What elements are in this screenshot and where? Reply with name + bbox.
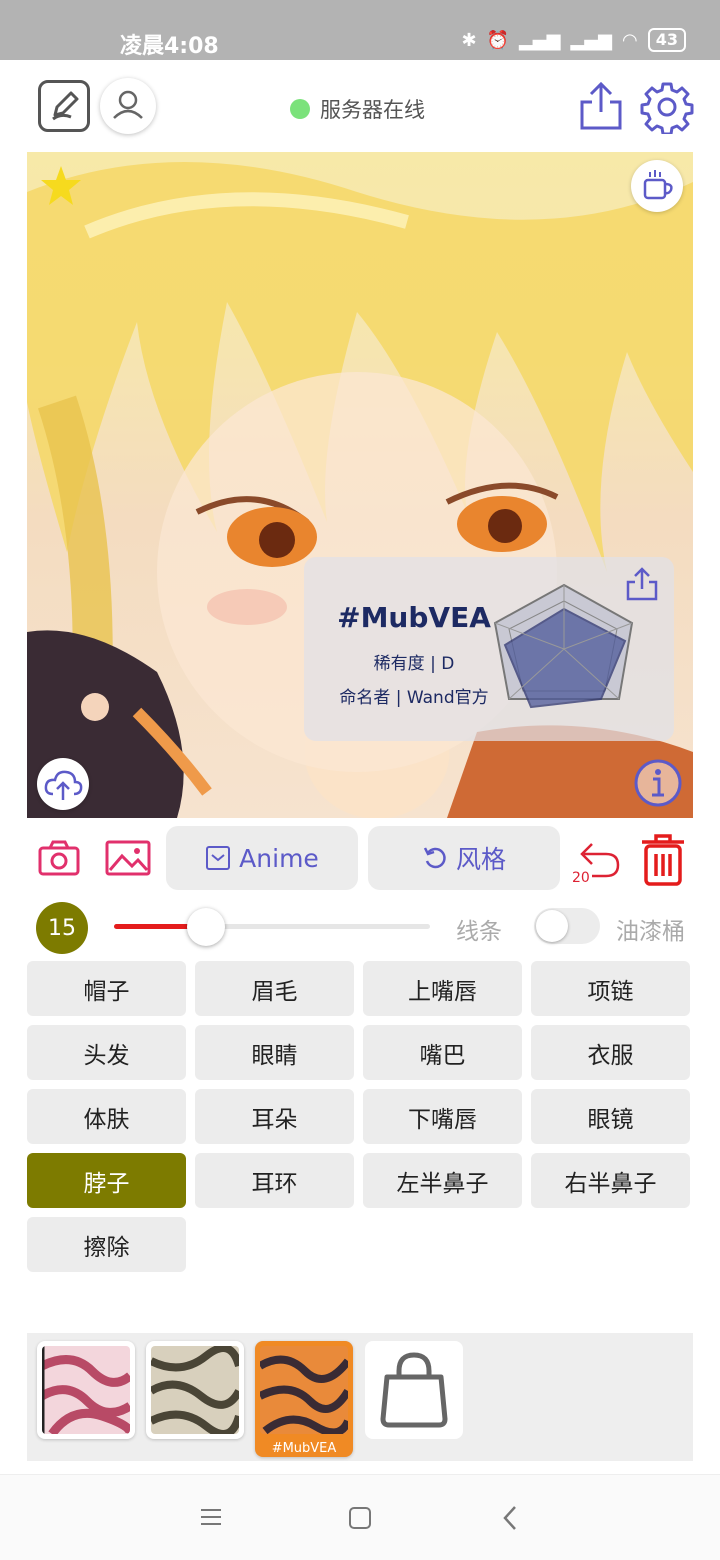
bluetooth-icon: ✱ bbox=[461, 29, 477, 51]
card-share-icon[interactable] bbox=[624, 565, 660, 603]
gear-icon bbox=[640, 82, 694, 136]
undo-count: 20 bbox=[572, 870, 590, 886]
image-icon bbox=[105, 840, 151, 876]
part-button[interactable]: 脖子 bbox=[27, 1153, 186, 1208]
toggle-knob bbox=[536, 910, 568, 942]
share-icon bbox=[580, 81, 622, 130]
menu-icon[interactable] bbox=[200, 1507, 222, 1527]
part-button[interactable]: 眼镜 bbox=[531, 1089, 690, 1144]
parts-grid: 帽子 眉毛 上嘴唇 项链头发 眼睛 嘴巴 衣服体肤 耳朵 下嘴唇 眼镜脖子 耳环 左半鼻子 右半鼻子擦除 bbox=[27, 961, 691, 1272]
part-button[interactable]: 眼睛 bbox=[195, 1025, 354, 1080]
line-mode-label: 线条 bbox=[456, 919, 502, 945]
wifi-icon: ◠ bbox=[622, 29, 638, 51]
share-button[interactable] bbox=[578, 78, 624, 134]
part-button[interactable]: 项链 bbox=[531, 961, 690, 1016]
paint-bucket-label: 油漆桶 bbox=[616, 919, 685, 945]
part-button[interactable]: 擦除 bbox=[27, 1217, 186, 1272]
anime-mode-button[interactable]: Anime bbox=[166, 826, 358, 890]
favorite-star-icon[interactable] bbox=[39, 164, 83, 208]
part-button[interactable]: 体肤 bbox=[27, 1089, 186, 1144]
home-icon[interactable] bbox=[349, 1507, 371, 1529]
style-label: 风格 bbox=[455, 845, 506, 874]
brush-controls: 15 线条 油漆桶 bbox=[0, 900, 720, 954]
pattern-thumbnail bbox=[42, 1346, 130, 1434]
system-nav-bar bbox=[0, 1474, 720, 1560]
tool-bar: Anime 风格 20 bbox=[0, 826, 720, 890]
part-button[interactable]: 嘴巴 bbox=[363, 1025, 522, 1080]
gallery-button[interactable] bbox=[104, 838, 152, 878]
user-icon bbox=[113, 90, 143, 119]
camera-button[interactable] bbox=[36, 838, 82, 878]
status-icons: ✱ ⏰ ▂▄▆ ▂▄▆ ◠ 43 bbox=[461, 28, 686, 52]
refresh-icon bbox=[423, 847, 446, 869]
delete-button[interactable] bbox=[638, 832, 688, 888]
cloud-upload-icon bbox=[44, 770, 83, 800]
back-icon[interactable] bbox=[500, 1505, 520, 1531]
part-button[interactable]: 左半鼻子 bbox=[363, 1153, 522, 1208]
part-button[interactable]: 帽子 bbox=[27, 961, 186, 1016]
checkbox-icon bbox=[206, 846, 231, 870]
pattern-tag: #MubVEA bbox=[271, 1441, 337, 1456]
edit-icon bbox=[52, 91, 79, 121]
part-button[interactable]: 右半鼻子 bbox=[531, 1153, 690, 1208]
cloud-upload-button[interactable] bbox=[37, 758, 89, 810]
edit-button[interactable] bbox=[38, 80, 90, 132]
signal-icon: ▂▄▆ bbox=[518, 29, 561, 51]
pattern-thumbnail bbox=[260, 1346, 348, 1434]
server-status-label: 服务器在线 bbox=[320, 98, 425, 122]
part-button[interactable]: 下嘴唇 bbox=[363, 1089, 522, 1144]
coffee-cup-icon bbox=[643, 170, 673, 200]
signal-icon-2: ▂▄▆ bbox=[570, 29, 613, 51]
pattern-swatch-selected[interactable]: #MubVEA bbox=[255, 1341, 353, 1457]
status-dot bbox=[290, 99, 310, 119]
brush-size-slider[interactable] bbox=[114, 924, 430, 929]
attribute-radar-chart bbox=[493, 583, 634, 709]
pattern-tray: #MubVEA bbox=[27, 1333, 693, 1461]
status-time: 凌晨4:08 bbox=[120, 34, 219, 59]
shopping-bag-icon bbox=[380, 1352, 448, 1428]
anime-label: Anime bbox=[239, 843, 319, 873]
settings-button[interactable] bbox=[640, 80, 694, 136]
server-status: 服务器在线 bbox=[290, 94, 425, 124]
top-bar: 服务器在线 bbox=[0, 60, 720, 152]
camera-icon bbox=[38, 840, 80, 876]
brush-size-badge: 15 bbox=[36, 902, 88, 954]
part-button[interactable]: 耳环 bbox=[195, 1153, 354, 1208]
pattern-shop-button[interactable] bbox=[365, 1341, 463, 1439]
pattern-thumbnail bbox=[151, 1346, 239, 1434]
alarm-icon: ⏰ bbox=[486, 29, 509, 51]
status-bar: 凌晨4:08 ✱ ⏰ ▂▄▆ ▂▄▆ ◠ 43 bbox=[0, 0, 720, 60]
battery-icon: 43 bbox=[647, 28, 686, 52]
pattern-info-card: #MubVEA 稀有度 | D 命名者 | Wand官方 bbox=[304, 557, 674, 741]
trash-icon bbox=[642, 834, 684, 886]
part-button[interactable]: 眉毛 bbox=[195, 961, 354, 1016]
part-button[interactable]: 衣服 bbox=[531, 1025, 690, 1080]
slider-thumb[interactable] bbox=[186, 908, 225, 946]
style-button[interactable]: 风格 bbox=[368, 826, 560, 890]
drawing-canvas[interactable]: #MubVEA 稀有度 | D 命名者 | Wand官方 bbox=[27, 152, 693, 818]
part-button[interactable]: 上嘴唇 bbox=[363, 961, 522, 1016]
info-icon[interactable] bbox=[633, 758, 683, 808]
undo-button[interactable]: 20 bbox=[570, 832, 626, 888]
part-button[interactable]: 耳朵 bbox=[195, 1089, 354, 1144]
paint-bucket-toggle[interactable] bbox=[534, 908, 600, 944]
donate-button[interactable] bbox=[631, 160, 683, 212]
pattern-swatch[interactable] bbox=[146, 1341, 244, 1439]
user-button[interactable] bbox=[100, 78, 156, 134]
part-button[interactable]: 头发 bbox=[27, 1025, 186, 1080]
pattern-swatch[interactable] bbox=[37, 1341, 135, 1439]
